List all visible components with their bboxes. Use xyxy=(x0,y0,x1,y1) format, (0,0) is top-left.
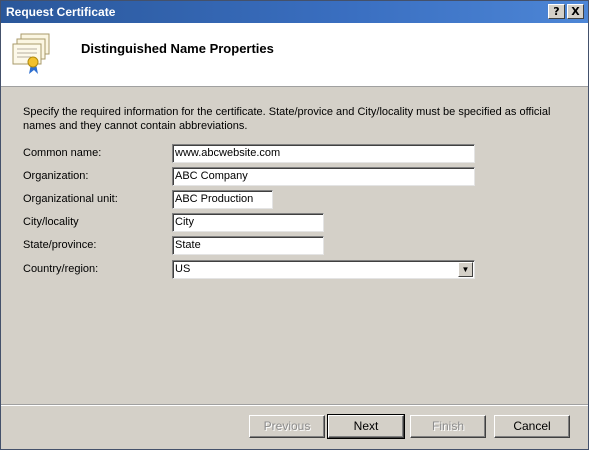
city-label: City/locality xyxy=(23,216,79,228)
state-label: State/province: xyxy=(23,239,97,251)
organization-label: Organization: xyxy=(23,170,89,182)
certificate-icon xyxy=(12,33,50,74)
previous-button[interactable]: Previous xyxy=(249,415,325,438)
common-name-label: Common name: xyxy=(23,147,102,159)
organization-input[interactable]: ABC Company xyxy=(172,167,475,186)
country-select[interactable]: US ▼ xyxy=(172,260,475,279)
window-title: Request Certificate xyxy=(6,5,116,19)
city-input[interactable]: City xyxy=(172,213,324,232)
finish-button[interactable]: Finish xyxy=(410,415,486,438)
header-title: Distinguished Name Properties xyxy=(81,41,274,56)
organizational-unit-input[interactable]: ABC Production xyxy=(172,190,273,209)
country-label: Country/region: xyxy=(23,263,99,275)
wizard-header: Distinguished Name Properties xyxy=(1,23,588,87)
help-button[interactable]: ? xyxy=(548,4,565,19)
title-bar[interactable]: Request Certificate ? X xyxy=(1,1,588,23)
country-select-value: US xyxy=(175,263,191,275)
chevron-down-icon[interactable]: ▼ xyxy=(458,262,473,277)
cancel-button[interactable]: Cancel xyxy=(494,415,570,438)
footer-separator xyxy=(1,404,588,406)
next-button[interactable]: Next xyxy=(327,414,405,439)
common-name-input[interactable]: www.abcwebsite.com xyxy=(172,144,475,163)
instructions-text: Specify the required information for the… xyxy=(23,106,551,132)
request-certificate-dialog: Request Certificate ? X Distinguished Na… xyxy=(0,0,589,450)
state-input[interactable]: State xyxy=(172,236,324,255)
close-button[interactable]: X xyxy=(567,4,584,19)
organizational-unit-label: Organizational unit: xyxy=(23,193,118,205)
